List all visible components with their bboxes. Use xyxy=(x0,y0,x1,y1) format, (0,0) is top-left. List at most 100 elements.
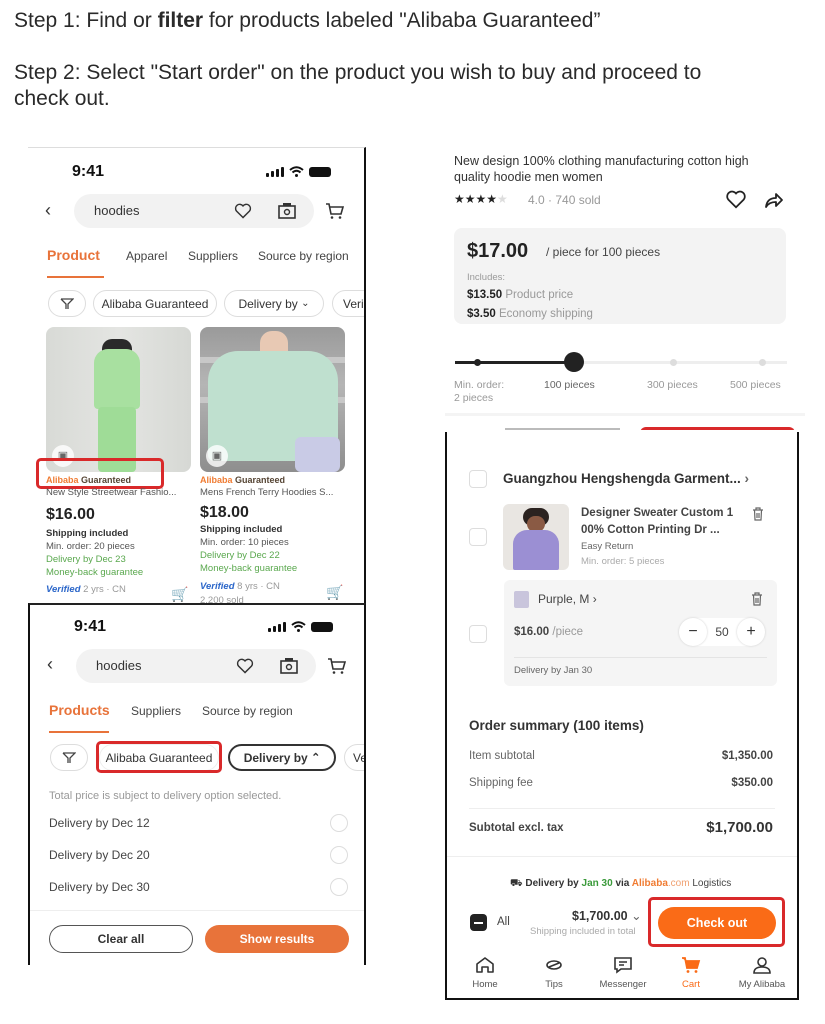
product-title-line: quality hoodie men women xyxy=(454,170,603,184)
product-image-2[interactable]: ▣ xyxy=(200,327,345,472)
subtotal-value: $1,700.00 xyxy=(706,819,773,836)
quantity-value[interactable]: 50 xyxy=(711,625,733,639)
verified-supplier-1: Verified 2 yrs · CN xyxy=(46,584,126,595)
messenger-icon xyxy=(614,957,632,974)
camera-icon[interactable] xyxy=(278,202,296,219)
heart-icon[interactable] xyxy=(236,658,254,674)
logistics-com: .com xyxy=(667,878,690,889)
cart-icon[interactable] xyxy=(325,202,345,220)
chevron-right-icon: › xyxy=(592,592,597,606)
add-to-cart-icon-1[interactable]: 🛒 xyxy=(171,586,188,603)
green-hoodie xyxy=(94,349,140,409)
truck-icon: ⛟ xyxy=(510,878,523,889)
cart-nav-icon xyxy=(682,957,701,973)
add-to-cart-icon-2[interactable]: 🛒 xyxy=(326,584,343,601)
min-order-1: Min. order: 20 pieces xyxy=(46,541,135,552)
min-order-2: Min. order: 10 pieces xyxy=(200,537,289,548)
cart-icon[interactable] xyxy=(327,657,347,675)
nav-cart[interactable]: Cart xyxy=(661,956,721,990)
delivery-option-label[interactable]: Delivery by Dec 12 xyxy=(49,816,150,830)
search-input[interactable]: hoodies xyxy=(74,194,314,228)
item-name-line: 00% Cotton Printing Dr ... xyxy=(581,524,720,536)
shipping-included-1: Shipping included xyxy=(46,528,129,539)
increase-quantity-button[interactable]: + xyxy=(737,618,765,646)
share-icon[interactable] xyxy=(764,191,784,209)
visual-search-icon[interactable]: ▣ xyxy=(206,445,228,467)
delivery-option-radio-1[interactable] xyxy=(330,814,348,832)
item-thumbnail[interactable] xyxy=(503,504,569,570)
item-name[interactable]: Designer Sweater Custom 1 00% Cotton Prin… xyxy=(581,505,733,539)
wifi-icon xyxy=(291,621,306,632)
wifi-icon xyxy=(289,166,304,177)
nav-messenger[interactable]: Messenger xyxy=(593,956,653,990)
variant-checkbox[interactable] xyxy=(469,625,487,643)
supplier-name[interactable]: Guangzhou Hengshengda Garment... › xyxy=(503,471,749,486)
tier-slider-fill xyxy=(455,361,575,364)
heart-icon[interactable] xyxy=(234,203,252,219)
tab-product[interactable]: Product xyxy=(47,247,100,263)
decrease-quantity-button[interactable]: − xyxy=(679,618,707,646)
delivery-option-label[interactable]: Delivery by Dec 30 xyxy=(49,880,150,894)
chip-verified[interactable]: Veri xyxy=(332,290,364,317)
tier-slider-thumb[interactable] xyxy=(564,352,584,372)
back-icon[interactable]: ‹ xyxy=(45,200,51,221)
bottom-nav: Home Tips Messenger Cart My Alibaba xyxy=(447,950,797,998)
divider xyxy=(469,808,775,809)
filter-button[interactable] xyxy=(48,290,86,317)
nav-home[interactable]: Home xyxy=(455,956,515,990)
clear-all-button[interactable]: Clear all xyxy=(49,925,193,953)
variant-price-unit: /piece xyxy=(552,626,584,638)
logistics-brand: Alibaba xyxy=(631,878,668,889)
product-image-1[interactable]: ▣ xyxy=(46,327,191,472)
chip-delivery-by-open[interactable]: Delivery by ⌃ xyxy=(228,744,336,771)
signal-icon xyxy=(268,621,286,632)
delivery-date: Jan 30 xyxy=(581,878,613,889)
tips-icon xyxy=(546,960,562,970)
item-checkbox[interactable] xyxy=(469,528,487,546)
back-icon[interactable]: ‹ xyxy=(47,654,53,675)
favorite-heart-icon[interactable] xyxy=(725,190,747,209)
tab-source-by-region[interactable]: Source by region xyxy=(202,704,293,718)
trash-icon[interactable] xyxy=(752,507,764,521)
item-min-order: Min. order: 5 pieces xyxy=(581,556,665,567)
rating-value: 4.0 xyxy=(528,193,545,207)
product-name-2[interactable]: Mens French Terry Hoodies S... xyxy=(200,487,333,498)
variant-price: $16.00 /piece xyxy=(514,626,583,638)
variant-delivery: Delivery by Jan 30 xyxy=(514,665,593,676)
product-name-1[interactable]: New Style Streetwear Fashio... xyxy=(46,487,176,498)
tab-suppliers[interactable]: Suppliers xyxy=(131,704,181,718)
supplier-checkbox[interactable] xyxy=(469,470,487,488)
show-results-button[interactable]: Show results xyxy=(205,925,349,953)
signal-icon xyxy=(266,166,284,177)
step1-text: Step 1: Find or xyxy=(14,9,158,32)
delivery-option-label[interactable]: Delivery by Dec 20 xyxy=(49,848,150,862)
camera-icon[interactable] xyxy=(280,657,298,674)
chip-alibaba-guaranteed[interactable]: Alibaba Guaranteed xyxy=(93,290,217,317)
search-input[interactable]: hoodies xyxy=(76,649,316,683)
chip-delivery-by[interactable]: Delivery by ⌄ xyxy=(224,290,324,317)
tab-suppliers[interactable]: Suppliers xyxy=(188,249,238,263)
tab-source-by-region[interactable]: Source by region xyxy=(258,249,349,263)
tab-apparel[interactable]: Apparel xyxy=(126,249,167,263)
tier-dot-300[interactable] xyxy=(670,359,677,366)
variant-label: Purple, M xyxy=(538,592,590,606)
tier-dot-500[interactable] xyxy=(759,359,766,366)
status-time: 9:41 xyxy=(74,618,107,635)
tab-products[interactable]: Products xyxy=(49,702,110,718)
cart-total[interactable]: $1,700.00 ⌄ xyxy=(572,908,642,923)
nav-tips[interactable]: Tips xyxy=(524,956,584,990)
select-all-checkbox[interactable] xyxy=(470,914,487,931)
cart-total-value: $1,700.00 xyxy=(572,909,628,923)
unit-price: $17.00 xyxy=(467,240,529,262)
tier-dot-min[interactable] xyxy=(474,359,481,366)
order-summary-title: Order summary (100 items) xyxy=(469,718,644,733)
variant-selector[interactable]: Purple, M › xyxy=(538,592,597,606)
step-1-instruction: Step 1: Find or filter for products labe… xyxy=(14,8,600,34)
chip-verified[interactable]: Ve xyxy=(344,744,364,771)
includes-label: Includes: xyxy=(467,272,506,283)
nav-my-alibaba[interactable]: My Alibaba xyxy=(730,956,794,990)
trash-icon[interactable] xyxy=(751,592,763,606)
filter-button[interactable] xyxy=(50,744,88,771)
delivery-option-radio-3[interactable] xyxy=(330,878,348,896)
delivery-option-radio-2[interactable] xyxy=(330,846,348,864)
